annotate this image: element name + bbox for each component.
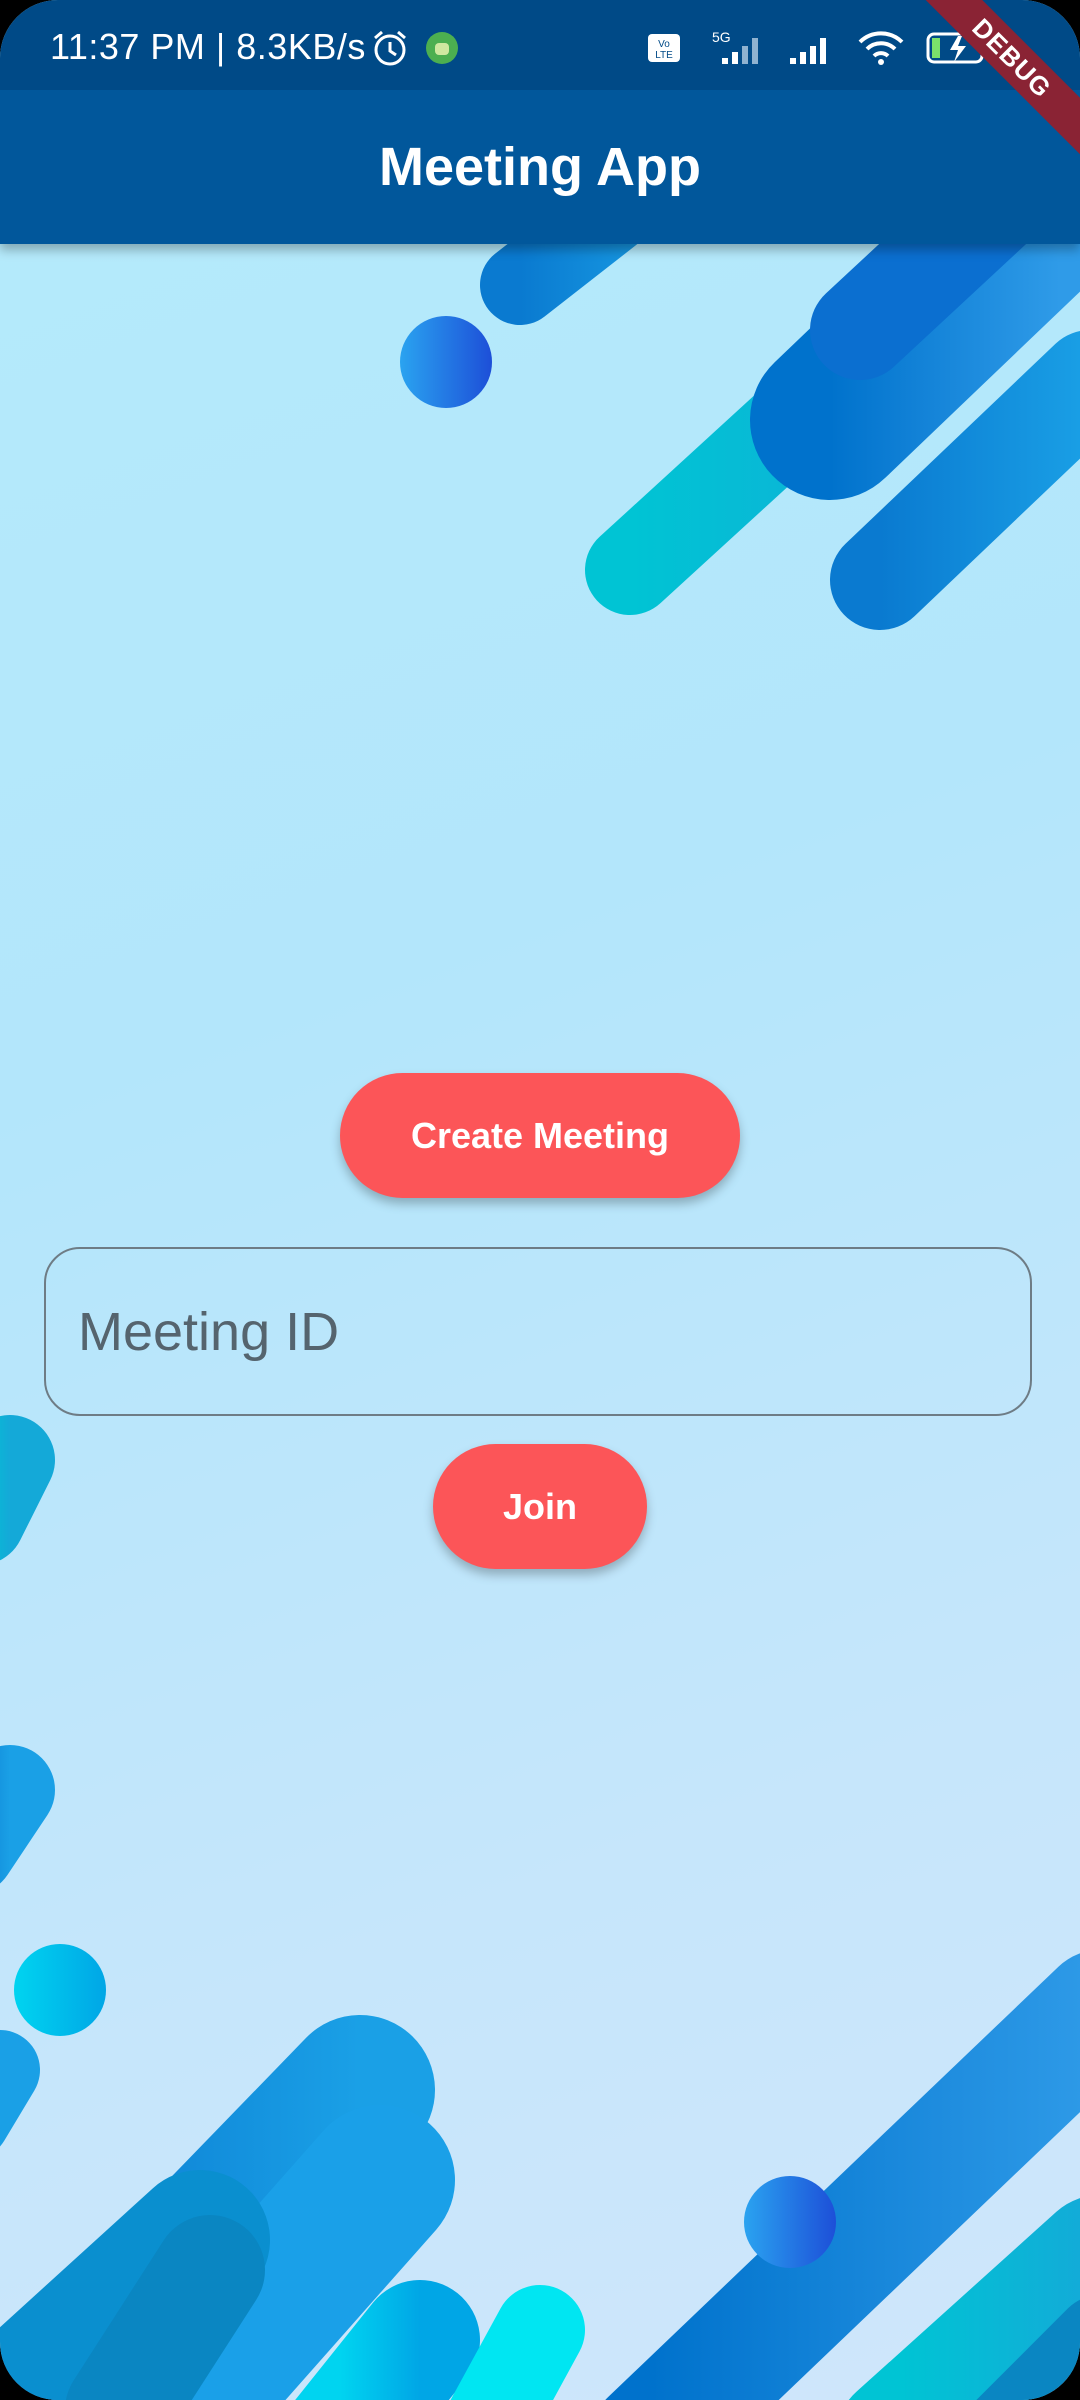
signal-5g-icon: 5G xyxy=(702,28,766,73)
meeting-id-input[interactable] xyxy=(44,1247,1032,1416)
status-icons-left xyxy=(370,28,460,73)
status-bar: 11:37 PM | 8.3KB/s Vo LTE 5G xyxy=(0,0,1080,90)
join-button[interactable]: Join xyxy=(433,1444,647,1569)
svg-text:LTE: LTE xyxy=(655,50,673,61)
app-screen: 11:37 PM | 8.3KB/s Vo LTE 5G DEBUG Meeti… xyxy=(0,0,1080,2400)
create-meeting-button[interactable]: Create Meeting xyxy=(340,1073,740,1198)
left-dot xyxy=(14,1944,106,2036)
wifi-icon xyxy=(856,28,906,73)
status-icons-right: Vo LTE 5G xyxy=(646,28,990,73)
app-bar: Meeting App xyxy=(0,90,1080,244)
signal-icon xyxy=(786,28,836,73)
alarm-icon xyxy=(370,28,410,73)
svg-text:Vo: Vo xyxy=(658,39,670,50)
bottom-shapes xyxy=(0,1953,1080,2400)
volte-icon: Vo LTE xyxy=(646,30,682,71)
bottom-dot xyxy=(744,2176,836,2268)
android-notification-icon xyxy=(424,30,460,71)
app-title: Meeting App xyxy=(379,137,701,197)
top-dot xyxy=(400,316,492,408)
svg-text:5G: 5G xyxy=(712,29,731,45)
status-time: 11:37 PM | 8.3KB/s xyxy=(50,26,366,67)
background-decoration xyxy=(0,120,1080,2400)
left-shapes xyxy=(0,1415,55,2147)
